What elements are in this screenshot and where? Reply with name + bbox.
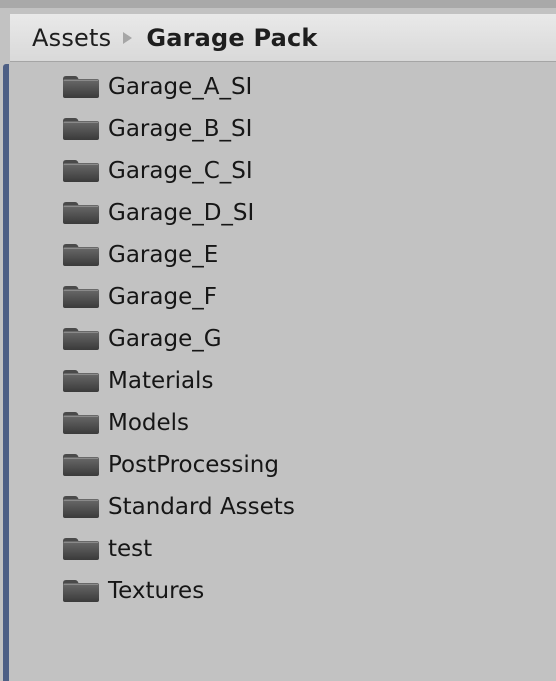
folder-label: Garage_D_SI [108, 200, 255, 226]
folder-item[interactable]: Materials [62, 360, 295, 402]
folder-icon [62, 159, 100, 183]
folder-item[interactable]: Garage_D_SI [62, 192, 295, 234]
folder-label: Garage_B_SI [108, 116, 253, 142]
folder-label: Models [108, 410, 190, 436]
folder-icon [62, 117, 100, 141]
folder-item[interactable]: test [62, 528, 295, 570]
folder-icon [62, 285, 100, 309]
splitter-accent[interactable] [3, 64, 9, 681]
folder-icon [62, 453, 100, 477]
folder-label: Garage_G [108, 326, 222, 352]
breadcrumb-separator-icon [123, 31, 133, 44]
folder-icon [62, 327, 100, 351]
breadcrumb-item-current[interactable]: Garage Pack [146, 24, 317, 52]
folder-label: PostProcessing [108, 452, 279, 478]
folder-icon [62, 537, 100, 561]
panel-top-strip [0, 0, 556, 8]
folder-label: Textures [108, 578, 205, 604]
folder-list: Garage_A_SI Garage_B_SI Garage_C_SI Garage_… [62, 66, 295, 612]
folder-content-area: Garage_A_SI Garage_B_SI Garage_C_SI Garage_… [10, 62, 556, 681]
folder-item[interactable]: PostProcessing [62, 444, 295, 486]
folder-item[interactable]: Garage_A_SI [62, 66, 295, 108]
project-browser-panel: Assets Garage Pack Garage_A_SI Garage_B_S… [0, 0, 556, 681]
folder-item[interactable]: Textures [62, 570, 295, 612]
folder-item[interactable]: Standard Assets [62, 486, 295, 528]
folder-item[interactable]: Models [62, 402, 295, 444]
breadcrumb: Assets Garage Pack [10, 14, 556, 62]
folder-label: Garage_F [108, 284, 217, 310]
folder-label: Garage_A_SI [108, 74, 253, 100]
folder-icon [62, 411, 100, 435]
folder-icon [62, 495, 100, 519]
folder-item[interactable]: Garage_B_SI [62, 108, 295, 150]
folder-item[interactable]: Garage_F [62, 276, 295, 318]
folder-label: Materials [108, 368, 214, 394]
folder-icon [62, 369, 100, 393]
folder-item[interactable]: Garage_E [62, 234, 295, 276]
folder-icon [62, 243, 100, 267]
breadcrumb-item-assets[interactable]: Assets [32, 24, 111, 52]
folder-label: test [108, 536, 153, 562]
folder-icon [62, 201, 100, 225]
folder-label: Standard Assets [108, 494, 295, 520]
folder-icon [62, 579, 100, 603]
folder-label: Garage_C_SI [108, 158, 253, 184]
folder-item[interactable]: Garage_G [62, 318, 295, 360]
folder-icon [62, 75, 100, 99]
folder-item[interactable]: Garage_C_SI [62, 150, 295, 192]
folder-label: Garage_E [108, 242, 219, 268]
